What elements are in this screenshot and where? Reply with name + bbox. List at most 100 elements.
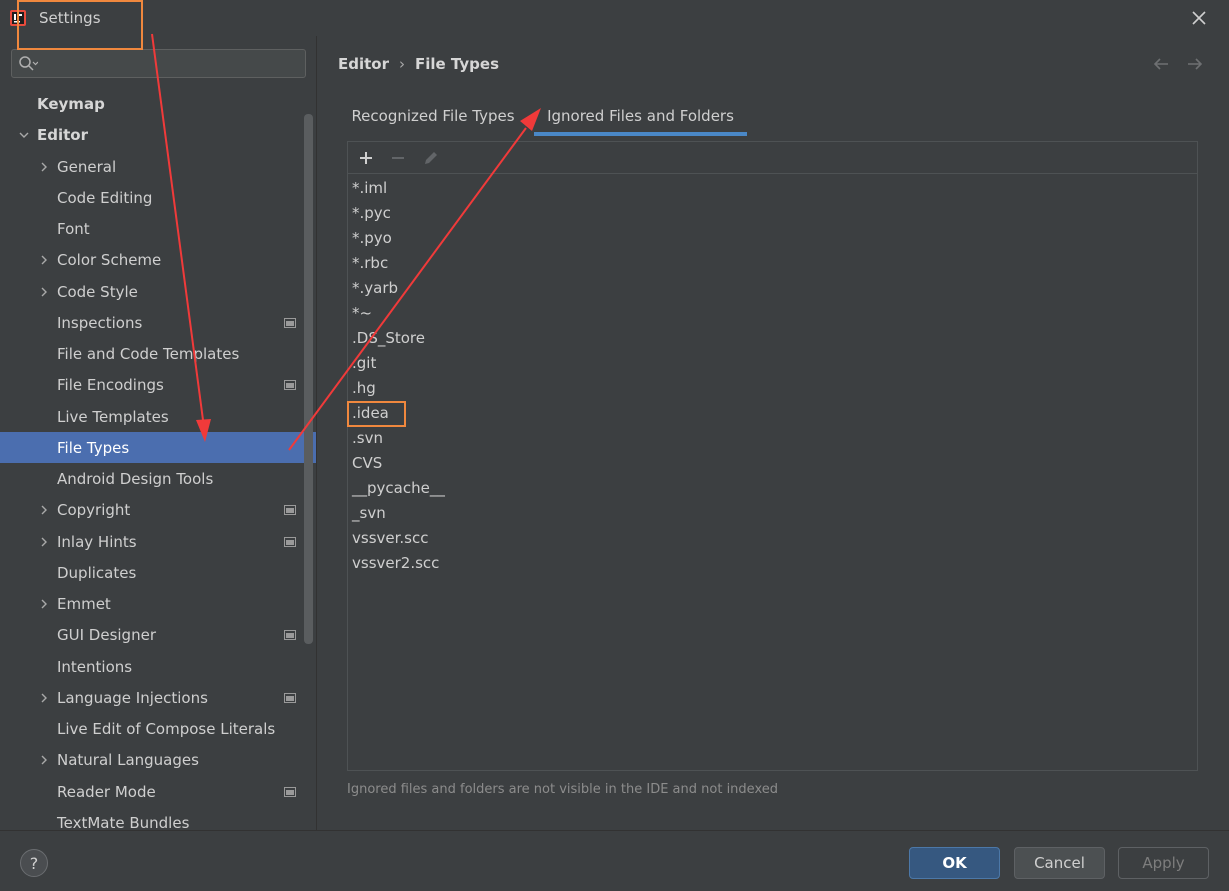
chevron-right-icon[interactable] <box>38 692 50 704</box>
sidebar-item-reader-mode[interactable]: Reader Mode <box>0 776 303 807</box>
list-item-text: .hg <box>352 378 376 397</box>
project-settings-icon <box>284 536 296 547</box>
sidebar-item-editor[interactable]: Editor <box>0 119 303 150</box>
project-settings-icon <box>284 317 296 328</box>
sidebar-item-code-style[interactable]: Code Style <box>0 276 303 307</box>
list-item-text: *.rbc <box>352 253 389 272</box>
sidebar-item-label: Copyright <box>57 500 131 519</box>
close-icon[interactable] <box>1189 8 1209 28</box>
list-item-highlighted[interactable]: .idea <box>347 400 1197 427</box>
tab-label: Recognized File Types <box>351 107 515 125</box>
chevron-down-icon[interactable] <box>18 129 30 141</box>
sidebar-item-inlay-hints[interactable]: Inlay Hints <box>0 526 303 557</box>
chevron-right-icon[interactable] <box>38 254 50 266</box>
list-item[interactable]: __pycache__ <box>348 475 1197 500</box>
sidebar-item-emmet[interactable]: Emmet <box>0 588 303 619</box>
list-item[interactable]: *.pyc <box>348 200 1197 225</box>
sidebar-item-code-editing[interactable]: Code Editing <box>0 182 303 213</box>
sidebar-item-color-scheme[interactable]: Color Scheme <box>0 244 303 275</box>
list-item-text: *.iml <box>352 178 388 197</box>
list-item[interactable]: *.pyo <box>348 225 1197 250</box>
chevron-right-icon[interactable] <box>38 286 50 298</box>
tab-label: Ignored Files and Folders <box>547 107 734 125</box>
apply-button-label: Apply <box>1142 854 1185 872</box>
title-bar: Settings <box>0 0 1229 36</box>
sidebar-item-label: Inlay Hints <box>57 532 137 551</box>
sidebar-item-live-templates[interactable]: Live Templates <box>0 401 303 432</box>
ok-button[interactable]: OK <box>909 847 1000 879</box>
apply-button[interactable]: Apply <box>1118 847 1209 879</box>
chevron-right-icon[interactable] <box>38 504 50 516</box>
sidebar-item-label: Duplicates <box>57 563 137 582</box>
search-input[interactable] <box>46 54 296 74</box>
list-item[interactable]: *~ <box>348 300 1197 325</box>
settings-content: Editor › File Types Recognized File Type… <box>317 36 1229 830</box>
dialog-button-bar: ? OK Cancel Apply <box>0 830 1229 891</box>
app-icon <box>10 10 26 26</box>
list-item-text: *.pyo <box>352 228 392 247</box>
project-settings-icon <box>284 379 296 390</box>
sidebar-item-label: Inspections <box>57 313 143 332</box>
sidebar-item-language-injections[interactable]: Language Injections <box>0 682 303 713</box>
sidebar-item-inspections[interactable]: Inspections <box>0 307 303 338</box>
highlight-box <box>347 400 406 427</box>
tab-ignored-files-and-folders[interactable]: Ignored Files and Folders <box>534 96 747 136</box>
add-icon[interactable] <box>357 149 375 167</box>
list-item[interactable]: vssver2.scc <box>348 550 1197 575</box>
sidebar-item-keymap[interactable]: Keymap <box>0 88 303 119</box>
list-item[interactable]: vssver.scc <box>348 525 1197 550</box>
back-arrow-icon[interactable] <box>1151 54 1171 74</box>
list-item[interactable]: .DS_Store <box>348 325 1197 350</box>
chevron-right-icon[interactable] <box>38 754 50 766</box>
sidebar-item-label: Font <box>57 219 90 238</box>
help-button[interactable]: ? <box>20 849 48 877</box>
sidebar-item-font[interactable]: Font <box>0 213 303 244</box>
forward-arrow-icon[interactable] <box>1185 54 1205 74</box>
list-item[interactable]: *.iml <box>348 175 1197 200</box>
edit-pencil-icon[interactable] <box>422 149 440 167</box>
sidebar-item-label: Reader Mode <box>57 782 156 801</box>
sidebar-item-file-types[interactable]: File Types <box>0 432 316 463</box>
sidebar-item-general[interactable]: General <box>0 151 303 182</box>
search-icon[interactable] <box>18 55 38 73</box>
project-settings-icon <box>284 504 296 515</box>
sidebar-item-label: Editor <box>37 125 88 144</box>
sidebar-scrollbar[interactable] <box>304 114 313 644</box>
sidebar-item-live-edit-of-compose-literals[interactable]: Live Edit of Compose Literals <box>0 713 303 744</box>
list-item[interactable]: CVS <box>348 450 1197 475</box>
sidebar-item-label: Intentions <box>57 657 133 676</box>
tab-recognized-file-types[interactable]: Recognized File Types <box>338 96 528 136</box>
cancel-button[interactable]: Cancel <box>1014 847 1105 879</box>
list-item[interactable]: .svn <box>348 425 1197 450</box>
list-item[interactable]: *.rbc <box>348 250 1197 275</box>
sidebar-item-gui-designer[interactable]: GUI Designer <box>0 619 303 650</box>
list-item[interactable]: .git <box>348 350 1197 375</box>
chevron-right-icon[interactable] <box>38 161 50 173</box>
list-item[interactable]: _svn <box>348 500 1197 525</box>
sidebar-item-label: Android Design Tools <box>57 469 214 488</box>
list-item-text: *~ <box>352 303 373 322</box>
list-toolbar <box>348 142 1197 174</box>
sidebar-item-android-design-tools[interactable]: Android Design Tools <box>0 463 303 494</box>
sidebar-item-file-and-code-templates[interactable]: File and Code Templates <box>0 338 303 369</box>
sidebar-item-copyright[interactable]: Copyright <box>0 494 303 525</box>
sidebar-item-label: Code Style <box>57 282 138 301</box>
sidebar-item-natural-languages[interactable]: Natural Languages <box>0 744 303 775</box>
chevron-right-icon[interactable] <box>38 598 50 610</box>
sidebar-item-file-encodings[interactable]: File Encodings <box>0 369 303 400</box>
chevron-right-icon[interactable] <box>38 536 50 548</box>
sidebar-item-duplicates[interactable]: Duplicates <box>0 557 303 588</box>
list-item[interactable]: *.yarb <box>348 275 1197 300</box>
sidebar-item-label: File Encodings <box>57 375 164 394</box>
remove-icon[interactable] <box>389 149 407 167</box>
search-field[interactable] <box>11 49 306 78</box>
sidebar-item-label: Live Templates <box>57 407 169 426</box>
sidebar-item-label: Natural Languages <box>57 750 199 769</box>
breadcrumb-current: File Types <box>415 55 499 73</box>
sidebar-item-intentions[interactable]: Intentions <box>0 651 303 682</box>
breadcrumb-separator: › <box>399 55 405 73</box>
list-item[interactable]: .hg <box>348 375 1197 400</box>
sidebar-item-textmate-bundles[interactable]: TextMate Bundles <box>0 807 303 831</box>
list-item-text: .DS_Store <box>352 328 425 347</box>
sidebar-item-label: Emmet <box>57 594 111 613</box>
